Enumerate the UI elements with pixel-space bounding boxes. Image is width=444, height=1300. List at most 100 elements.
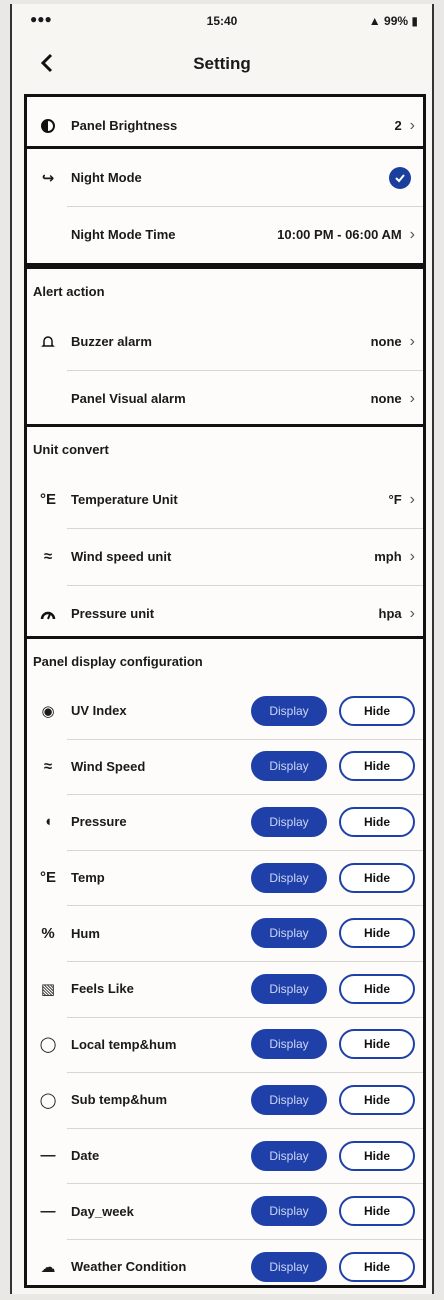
battery-icon: ▮ <box>411 14 418 28</box>
config-row: ◉ UV Index Display Hide <box>27 683 423 739</box>
signal-icon: ●●● <box>30 12 52 26</box>
chevron-right-icon: › <box>409 116 415 134</box>
display-button[interactable]: Display <box>251 1196 327 1227</box>
pressure-unit-value: hpa <box>378 606 402 621</box>
config-item-label: Wind Speed <box>71 758 146 774</box>
day-week-icon: — <box>40 1202 56 1220</box>
wind-speed-unit-value: mph <box>374 549 402 564</box>
config-item-label: Local temp&hum <box>71 1036 177 1052</box>
display-button[interactable]: Display <box>251 1084 327 1115</box>
panel-display-config-group: Panel display configuration ◉ UV Index Dis… <box>24 636 426 1288</box>
night-mode-time-label: Night Mode Time <box>71 227 176 242</box>
hide-button[interactable]: Hide <box>339 973 415 1004</box>
hide-button[interactable]: Hide <box>339 806 415 837</box>
config-row: °E Temp Display Hide <box>27 849 423 906</box>
hide-button[interactable]: Hide <box>339 751 415 782</box>
hide-button[interactable]: Hide <box>339 862 415 893</box>
config-item-label: UV Index <box>71 703 127 719</box>
status-bar: ●●● 15:40 ▲ 99% ▮ <box>26 10 418 32</box>
display-button[interactable]: Display <box>251 1029 327 1060</box>
pressure-unit-row[interactable]: Pressure unit hpa › <box>27 585 423 642</box>
bell-icon <box>37 331 59 353</box>
config-row: ◯ Local temp&hum Display Hide <box>27 1016 423 1073</box>
chevron-right-icon: › <box>409 332 415 350</box>
config-row: % Hum Display Hide <box>27 905 423 961</box>
status-time: 15:40 <box>206 14 238 28</box>
display-button[interactable]: Display <box>251 806 327 837</box>
chevron-right-icon: › <box>409 389 415 407</box>
chevron-right-icon: › <box>409 604 415 622</box>
config-item-label: Pressure <box>71 814 127 830</box>
wifi-icon: ▲ <box>368 14 381 28</box>
wind-icon: ≈ <box>43 757 53 775</box>
humidity-icon: % <box>41 924 55 942</box>
wind-speed-unit-label: Wind speed unit <box>71 549 172 564</box>
display-button[interactable]: Display <box>251 918 327 949</box>
config-item-label: Feels Like <box>71 981 134 997</box>
hide-button[interactable]: Hide <box>339 1196 415 1227</box>
display-button[interactable]: Display <box>251 1251 327 1282</box>
status-right: ▲ 99% ▮ <box>369 14 418 28</box>
config-item-label: Temp <box>71 870 105 886</box>
sensor-icon: ◯ <box>39 1091 57 1109</box>
hide-button[interactable]: Hide <box>339 1140 415 1171</box>
hide-button[interactable]: Hide <box>339 1084 415 1115</box>
temperature-unit-value: °F <box>388 492 402 507</box>
pressure-unit-label: Pressure unit <box>71 606 155 621</box>
config-row: — Date Display Hide <box>27 1127 423 1184</box>
night-mode-time-row[interactable]: Night Mode Time 10:00 PM - 06:00 AM › <box>27 206 423 263</box>
chevron-right-icon: › <box>409 225 415 243</box>
night-mode-group: ↪ Night Mode Night Mode Time 10:00 PM - … <box>24 146 426 266</box>
panel-brightness-value: 2 <box>394 118 402 133</box>
config-row: ≈ Wind Speed Display Hide <box>27 738 423 795</box>
alert-action-header: Alert action <box>33 283 105 299</box>
temperature-unit-row[interactable]: °E Temperature Unit °F › <box>27 471 423 528</box>
battery-percent: 99% <box>384 14 409 28</box>
config-item-label: Sub temp&hum <box>71 1092 168 1108</box>
panel-display-config-header: Panel display configuration <box>33 653 203 669</box>
display-button[interactable]: Display <box>251 973 327 1004</box>
thermometer-icon: °E <box>39 869 56 887</box>
display-button[interactable]: Display <box>251 695 327 726</box>
config-row: ▧ Feels Like Display Hide <box>27 960 423 1017</box>
panel-visual-alarm-row[interactable]: Panel Visual alarm none › <box>27 370 423 427</box>
config-row: ☁ Weather Condition Display Hide <box>27 1238 423 1295</box>
display-button[interactable]: Display <box>251 751 327 782</box>
panel-visual-alarm-label: Panel Visual alarm <box>71 391 186 406</box>
config-item-label: Day_week <box>71 1203 134 1219</box>
unit-convert-group: Unit convert °E Temperature Unit °F › ≈ … <box>24 424 426 645</box>
unit-convert-header: Unit convert <box>33 441 109 457</box>
hide-button[interactable]: Hide <box>339 918 415 949</box>
config-item-label: Hum <box>71 925 100 941</box>
buzzer-alarm-row[interactable]: Buzzer alarm none › <box>27 313 423 370</box>
hide-button[interactable]: Hide <box>339 695 415 726</box>
display-button[interactable]: Display <box>251 1140 327 1171</box>
temperature-unit-label: Temperature Unit <box>71 492 178 507</box>
pressure-icon <box>37 603 59 625</box>
pressure-icon: ◖ <box>43 813 53 831</box>
config-list: ◉ UV Index Display Hide ≈ Wind Speed Display Hi… <box>27 683 423 1295</box>
night-mode-row[interactable]: ↪ Night Mode <box>27 149 423 206</box>
chevron-right-icon: › <box>409 490 415 508</box>
date-icon: — <box>40 1147 56 1165</box>
buzzer-alarm-label: Buzzer alarm <box>71 334 152 349</box>
hide-button[interactable]: Hide <box>339 1251 415 1282</box>
brightness-icon <box>37 115 59 137</box>
weather-icon: ☁ <box>40 1258 56 1276</box>
config-row: ◯ Sub temp&hum Display Hide <box>27 1072 423 1128</box>
checkmark-icon[interactable] <box>389 166 411 189</box>
page-title: Setting <box>193 54 251 73</box>
display-button[interactable]: Display <box>251 862 327 893</box>
thermometer-icon: °E <box>39 491 56 508</box>
feels-like-icon: ▧ <box>40 980 56 998</box>
night-mode-label: Night Mode <box>71 170 142 185</box>
config-row: ◖ Pressure Display Hide <box>27 794 423 850</box>
config-item-label: Date <box>71 1148 100 1164</box>
wind-speed-unit-row[interactable]: ≈ Wind speed unit mph › <box>27 528 423 585</box>
config-item-label: Weather Condition <box>71 1259 187 1275</box>
chevron-right-icon: › <box>409 547 415 565</box>
nav-bar: Setting <box>26 46 418 82</box>
buzzer-alarm-value: none <box>370 334 402 349</box>
hide-button[interactable]: Hide <box>339 1029 415 1060</box>
config-row: — Day_week Display Hide <box>27 1183 423 1239</box>
